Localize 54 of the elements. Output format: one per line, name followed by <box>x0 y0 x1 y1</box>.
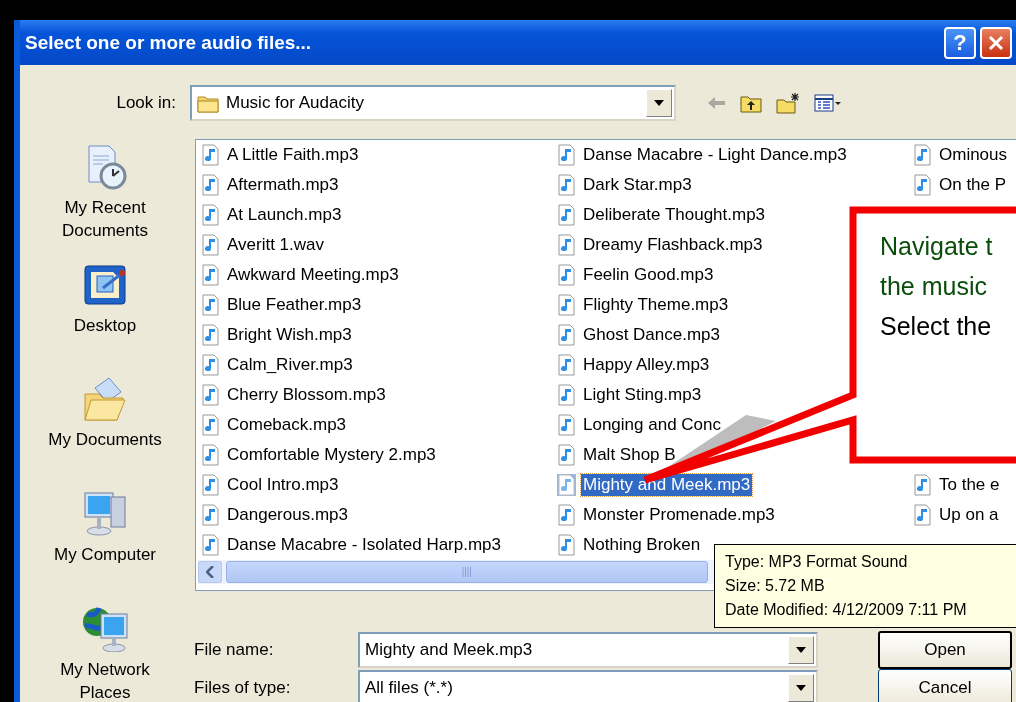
file-name[interactable]: Longing and Conc <box>581 414 723 436</box>
place-label[interactable]: My Network Places <box>35 658 175 702</box>
file-name[interactable]: Awkward Meeting.mp3 <box>225 264 401 286</box>
file-name[interactable]: Monster Promenade.mp3 <box>581 504 777 526</box>
file-name[interactable]: Bright Wish.mp3 <box>225 324 354 346</box>
file-name[interactable]: Calm_River.mp3 <box>225 354 355 376</box>
window-title: Select one or more audio files... <box>24 31 313 54</box>
tooltip-text: Size: 5.72 MB <box>725 576 826 596</box>
file-name[interactable]: Danse Macabre - Light Dance.mp3 <box>581 144 849 166</box>
file-name[interactable]: Up on a <box>937 504 1001 526</box>
help-button[interactable]: ? <box>944 26 976 59</box>
file-name[interactable]: Cool Intro.mp3 <box>225 474 341 496</box>
open-button[interactable]: Open <box>878 631 1012 669</box>
file-name[interactable]: Happy Alley.mp3 <box>581 354 712 376</box>
file-name[interactable]: To the e <box>937 474 1002 496</box>
place-label[interactable]: My Documents <box>35 428 175 451</box>
callout-text: Select the <box>880 311 993 342</box>
file-type-label: Files of type: <box>193 678 292 698</box>
cancel-button[interactable]: Cancel <box>878 669 1012 702</box>
file-name[interactable]: Malt Shop B <box>581 444 678 466</box>
file-name-label: File name: <box>193 640 275 660</box>
file-name[interactable]: Feelin Good.mp3 <box>581 264 716 286</box>
file-name-field[interactable]: Mighty and Meek.mp3 <box>358 632 818 668</box>
file-name[interactable]: Averitt 1.wav <box>225 234 326 256</box>
look-in-label: Look in: <box>115 92 176 113</box>
file-name[interactable]: On the P <box>937 174 1009 196</box>
callout-text: Navigate t <box>880 231 993 262</box>
file-name[interactable]: Comeback.mp3 <box>225 414 349 436</box>
file-name[interactable]: A Little Faith.mp3 <box>225 144 361 166</box>
file-name[interactable]: Dreamy Flashback.mp3 <box>581 234 765 256</box>
file-name[interactable]: Deliberate Thought.mp3 <box>581 204 768 226</box>
file-name[interactable]: Comfortable Mystery 2.mp3 <box>225 444 438 466</box>
file-name[interactable]: Cherry Blossom.mp3 <box>225 384 388 406</box>
file-name[interactable]: Aftermath.mp3 <box>225 174 341 196</box>
file-name[interactable]: Ominous <box>937 144 1010 166</box>
file-name[interactable]: Flighty Theme.mp3 <box>581 294 731 316</box>
tooltip-text: Date Modified: 4/12/2009 7:11 PM <box>725 600 968 620</box>
place-label[interactable]: Desktop <box>35 314 175 337</box>
file-name[interactable]: Blue Feather.mp3 <box>225 294 364 316</box>
tooltip-text: Type: MP3 Format Sound <box>725 552 909 572</box>
file-name[interactable]: Danse Macabre - Isolated Harp.mp3 <box>225 534 504 556</box>
folder-name: Music for Audacity <box>226 92 364 113</box>
callout-text: the music <box>880 271 988 302</box>
file-name[interactable]: Light Sting.mp3 <box>581 384 704 406</box>
file-name[interactable]: Ghost Dance.mp3 <box>581 324 722 346</box>
place-label[interactable]: My Computer <box>35 543 175 566</box>
place-label[interactable]: My Recent Documents <box>35 196 175 242</box>
file-name[interactable]: Nothing Broken <box>581 534 703 556</box>
file-name[interactable]: Dark Star.mp3 <box>581 174 694 196</box>
file-name[interactable]: Dangerous.mp3 <box>225 504 350 526</box>
file-name[interactable]: Mighty and Meek.mp3 <box>581 474 753 496</box>
look-in-dropdown[interactable]: Music for Audacity <box>190 84 676 121</box>
file-type-field[interactable]: All files (*.*) <box>358 670 818 702</box>
file-name[interactable]: At Launch.mp3 <box>225 204 344 226</box>
